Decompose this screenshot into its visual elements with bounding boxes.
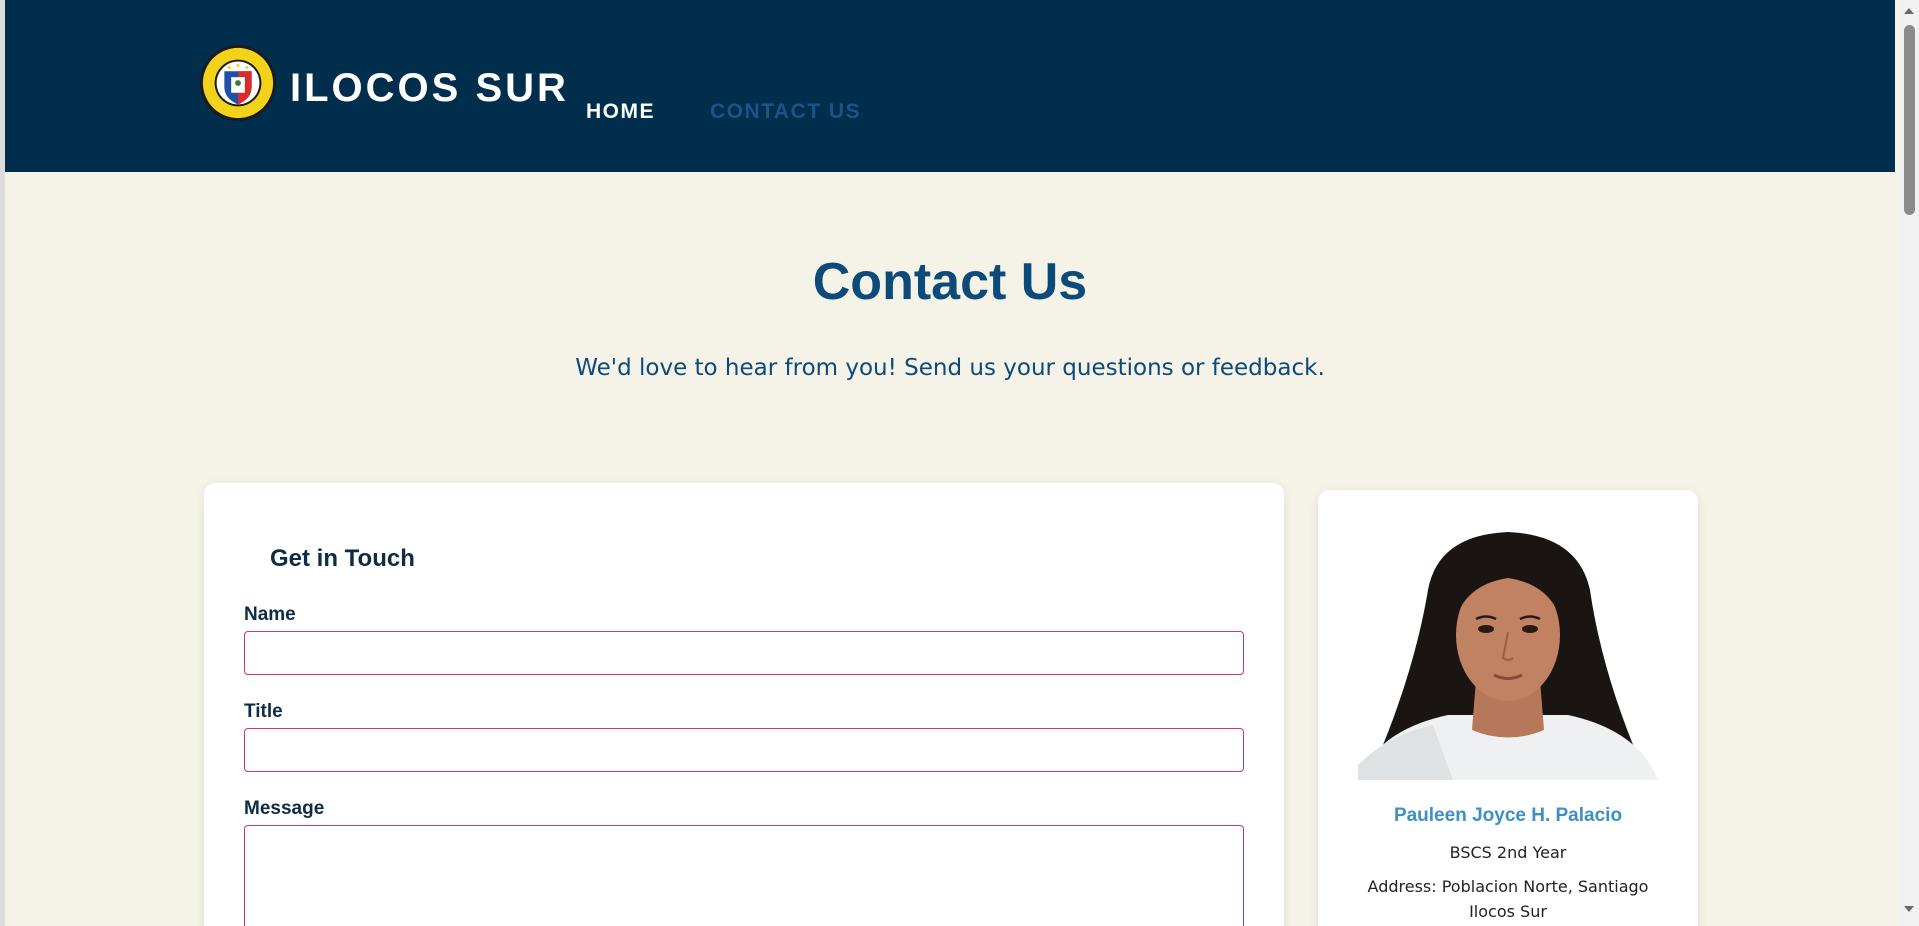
profile-card: Pauleen Joyce H. Palacio BSCS 2nd Year A… xyxy=(1318,490,1698,926)
nav-home-link[interactable]: HOME xyxy=(586,100,655,124)
page: ILOCOS SUR HOME CONTACT US Contact Us We… xyxy=(0,0,1900,926)
profile-name: Pauleen Joyce H. Palacio xyxy=(1393,805,1623,826)
contact-form-card: Get in Touch Name Title Message xyxy=(204,483,1284,926)
scroll-down-arrow-icon[interactable] xyxy=(1904,906,1914,912)
form-heading: Get in Touch xyxy=(270,545,415,572)
title-input[interactable] xyxy=(244,728,1244,772)
page-scrollbar[interactable] xyxy=(1900,0,1919,926)
message-textarea[interactable] xyxy=(244,825,1244,926)
scroll-up-arrow-icon[interactable] xyxy=(1904,8,1914,14)
scroll-thumb[interactable] xyxy=(1904,25,1915,215)
seal-logo-icon[interactable] xyxy=(199,44,277,122)
profile-photo xyxy=(1358,530,1658,780)
profile-year: BSCS 2nd Year xyxy=(1449,843,1567,862)
page-title: Contact Us xyxy=(812,253,1088,311)
message-label: Message xyxy=(244,798,325,819)
site-header: ILOCOS SUR HOME CONTACT US xyxy=(5,0,1895,172)
nav-contact-us-link[interactable]: CONTACT US xyxy=(710,100,861,124)
site-brand[interactable]: ILOCOS SUR xyxy=(290,66,569,111)
name-input[interactable] xyxy=(244,631,1244,675)
profile-address: Address: Poblacion Norte, Santiago Iloco… xyxy=(1367,877,1649,921)
page-subtitle: We'd love to hear from you! Send us your… xyxy=(575,355,1325,381)
title-label: Title xyxy=(244,701,283,722)
name-label: Name xyxy=(244,604,296,625)
